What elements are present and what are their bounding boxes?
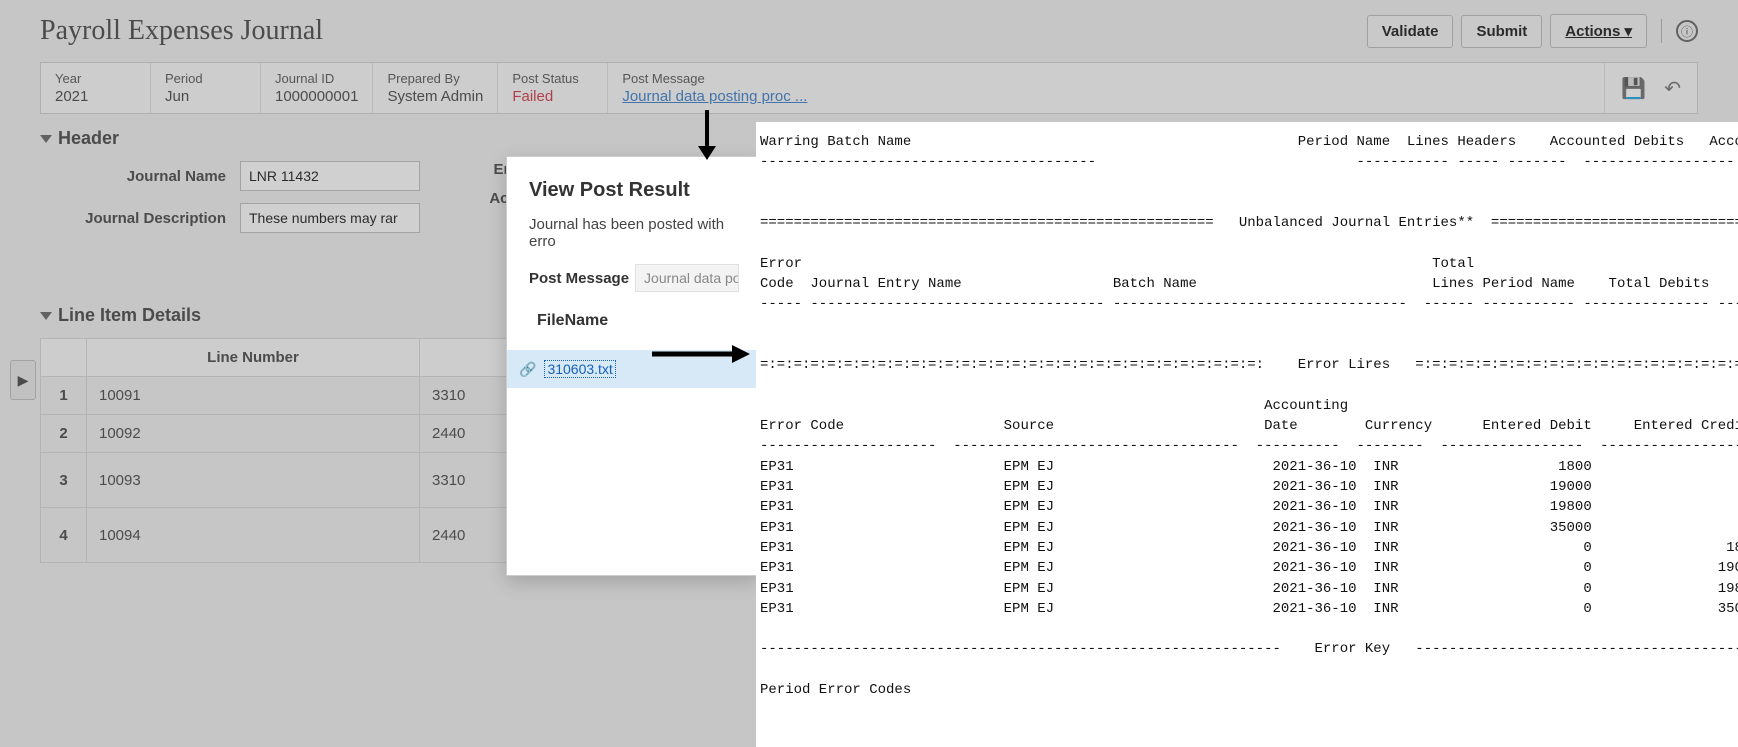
journal-name-row: Journal Name (40, 161, 480, 191)
info-prepared-by: Prepared By System Admin (373, 63, 498, 113)
row-number: 2 (41, 415, 87, 453)
collapse-icon (40, 135, 52, 143)
col-rownum (41, 339, 87, 377)
year-label: Year (55, 71, 136, 86)
info-year: Year 2021 (41, 63, 151, 113)
journal-name-label: Journal Name (40, 168, 240, 185)
popup-file-link[interactable]: 310603.txt (544, 360, 615, 378)
posting-report-pane: Warring Batch Name Period Name Lines Hea… (756, 122, 1738, 747)
popup-message: Journal has been posted with erro (529, 216, 739, 250)
journal-id-value: 1000000001 (275, 88, 358, 105)
header-section-label: Header (58, 128, 119, 149)
submit-button[interactable]: Submit (1461, 15, 1542, 48)
cell-line-number: 10091 (87, 377, 420, 415)
post-message-link[interactable]: Journal data posting proc ... (622, 88, 1590, 105)
post-status-label: Post Status (512, 71, 593, 86)
post-status-value: Failed (512, 88, 593, 105)
info-journal-id: Journal ID 1000000001 (261, 63, 373, 113)
line-items-label: Line Item Details (58, 305, 201, 326)
annotation-arrow-right (650, 342, 750, 366)
page-title: Payroll Expenses Journal (40, 15, 323, 47)
journal-name-input[interactable] (240, 161, 420, 191)
info-post-message: Post Message Journal data posting proc .… (608, 63, 1605, 113)
cell-line-number: 10094 (87, 508, 420, 563)
save-icon[interactable]: 💾 (1621, 76, 1646, 101)
left-expand-tab[interactable]: ▶ (10, 360, 36, 400)
undo-icon[interactable]: ↶ (1664, 76, 1681, 101)
year-value: 2021 (55, 88, 136, 105)
popup-post-message-field: Journal data post (635, 264, 739, 292)
period-value: Jun (165, 88, 246, 105)
collapse-icon (40, 312, 52, 320)
help-icon[interactable]: ⓘ (1676, 20, 1698, 42)
row-number: 4 (41, 508, 87, 563)
top-bar: Payroll Expenses Journal Validate Submit… (0, 0, 1738, 54)
validate-button[interactable]: Validate (1367, 15, 1454, 48)
info-tools: 💾 ↶ (1605, 63, 1697, 113)
post-message-label: Post Message (622, 71, 1590, 86)
cell-line-number: 10092 (87, 415, 420, 453)
popup-post-message-label: Post Message (529, 270, 629, 287)
info-period: Period Jun (151, 63, 261, 113)
popup-post-message-row: Post Message Journal data post (529, 264, 739, 292)
popup-title: View Post Result (529, 179, 739, 202)
attachment-icon: 🔗 (519, 361, 536, 378)
actions-menu-button[interactable]: Actions ▾ (1550, 14, 1647, 48)
top-actions: Validate Submit Actions ▾ ⓘ (1367, 14, 1698, 48)
cell-line-number: 10093 (87, 453, 420, 508)
view-post-result-popup: View Post Result Journal has been posted… (506, 156, 758, 576)
row-number: 1 (41, 377, 87, 415)
journal-id-label: Journal ID (275, 71, 358, 86)
col-line-number: Line Number (87, 339, 420, 377)
row-number: 3 (41, 453, 87, 508)
info-strip: Year 2021 Period Jun Journal ID 10000000… (40, 62, 1698, 114)
info-post-status: Post Status Failed (498, 63, 608, 113)
annotation-arrow-down (692, 108, 722, 160)
popup-filename-header: FileName (529, 308, 739, 340)
prepared-by-value: System Admin (387, 88, 483, 105)
period-label: Period (165, 71, 246, 86)
prepared-by-label: Prepared By (387, 71, 483, 86)
journal-desc-label: Journal Description (40, 210, 240, 227)
journal-desc-row: Journal Description (40, 203, 480, 233)
chevron-right-icon: ▶ (18, 372, 29, 389)
journal-desc-input[interactable] (240, 203, 420, 233)
divider (1661, 19, 1662, 43)
